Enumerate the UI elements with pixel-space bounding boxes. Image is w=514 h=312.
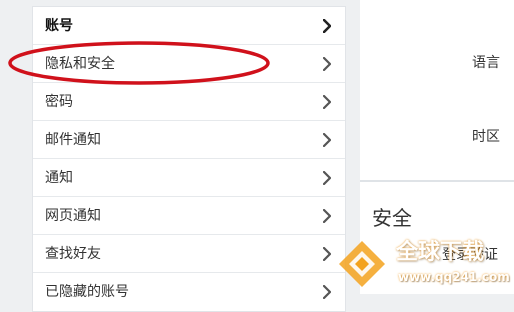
login-verification-label: 登录验证 — [442, 247, 498, 263]
menu-item-account[interactable]: 账号 — [33, 7, 345, 45]
menu-item-label: 账号 — [45, 18, 73, 34]
menu-item-email-notifications[interactable]: 邮件通知 — [33, 121, 345, 159]
timezone-label: 时区 — [472, 129, 500, 145]
menu-item-label: 隐私和安全 — [45, 56, 115, 72]
chevron-right-icon — [323, 95, 331, 109]
settings-content-panel: 语言 时区 安全 登录验证 — [360, 0, 514, 294]
section-divider — [360, 180, 514, 182]
chevron-right-icon — [323, 171, 331, 185]
menu-item-label: 密码 — [45, 94, 73, 110]
language-label: 语言 — [472, 55, 500, 71]
settings-menu: 账号 隐私和安全 密码 邮件通知 通知 网页通知 查找好友 已隐藏的账号 — [32, 6, 346, 312]
menu-item-label: 已隐藏的账号 — [45, 284, 129, 300]
menu-item-label: 网页通知 — [45, 208, 101, 224]
menu-item-label: 邮件通知 — [45, 132, 101, 148]
menu-item-label: 查找好友 — [45, 246, 101, 262]
menu-item-password[interactable]: 密码 — [33, 83, 345, 121]
menu-item-find-friends[interactable]: 查找好友 — [33, 235, 345, 273]
security-section-title: 安全 — [372, 206, 412, 230]
chevron-right-icon — [323, 209, 331, 223]
chevron-right-icon — [323, 133, 331, 147]
menu-item-hidden-accounts[interactable]: 已隐藏的账号 — [33, 273, 345, 311]
menu-item-label: 通知 — [45, 170, 73, 186]
menu-item-privacy-security[interactable]: 隐私和安全 — [33, 45, 345, 83]
chevron-right-icon — [323, 285, 331, 299]
chevron-right-icon — [323, 19, 331, 33]
menu-item-web-notifications[interactable]: 网页通知 — [33, 197, 345, 235]
chevron-right-icon — [323, 57, 331, 71]
menu-item-notifications[interactable]: 通知 — [33, 159, 345, 197]
chevron-right-icon — [323, 247, 331, 261]
